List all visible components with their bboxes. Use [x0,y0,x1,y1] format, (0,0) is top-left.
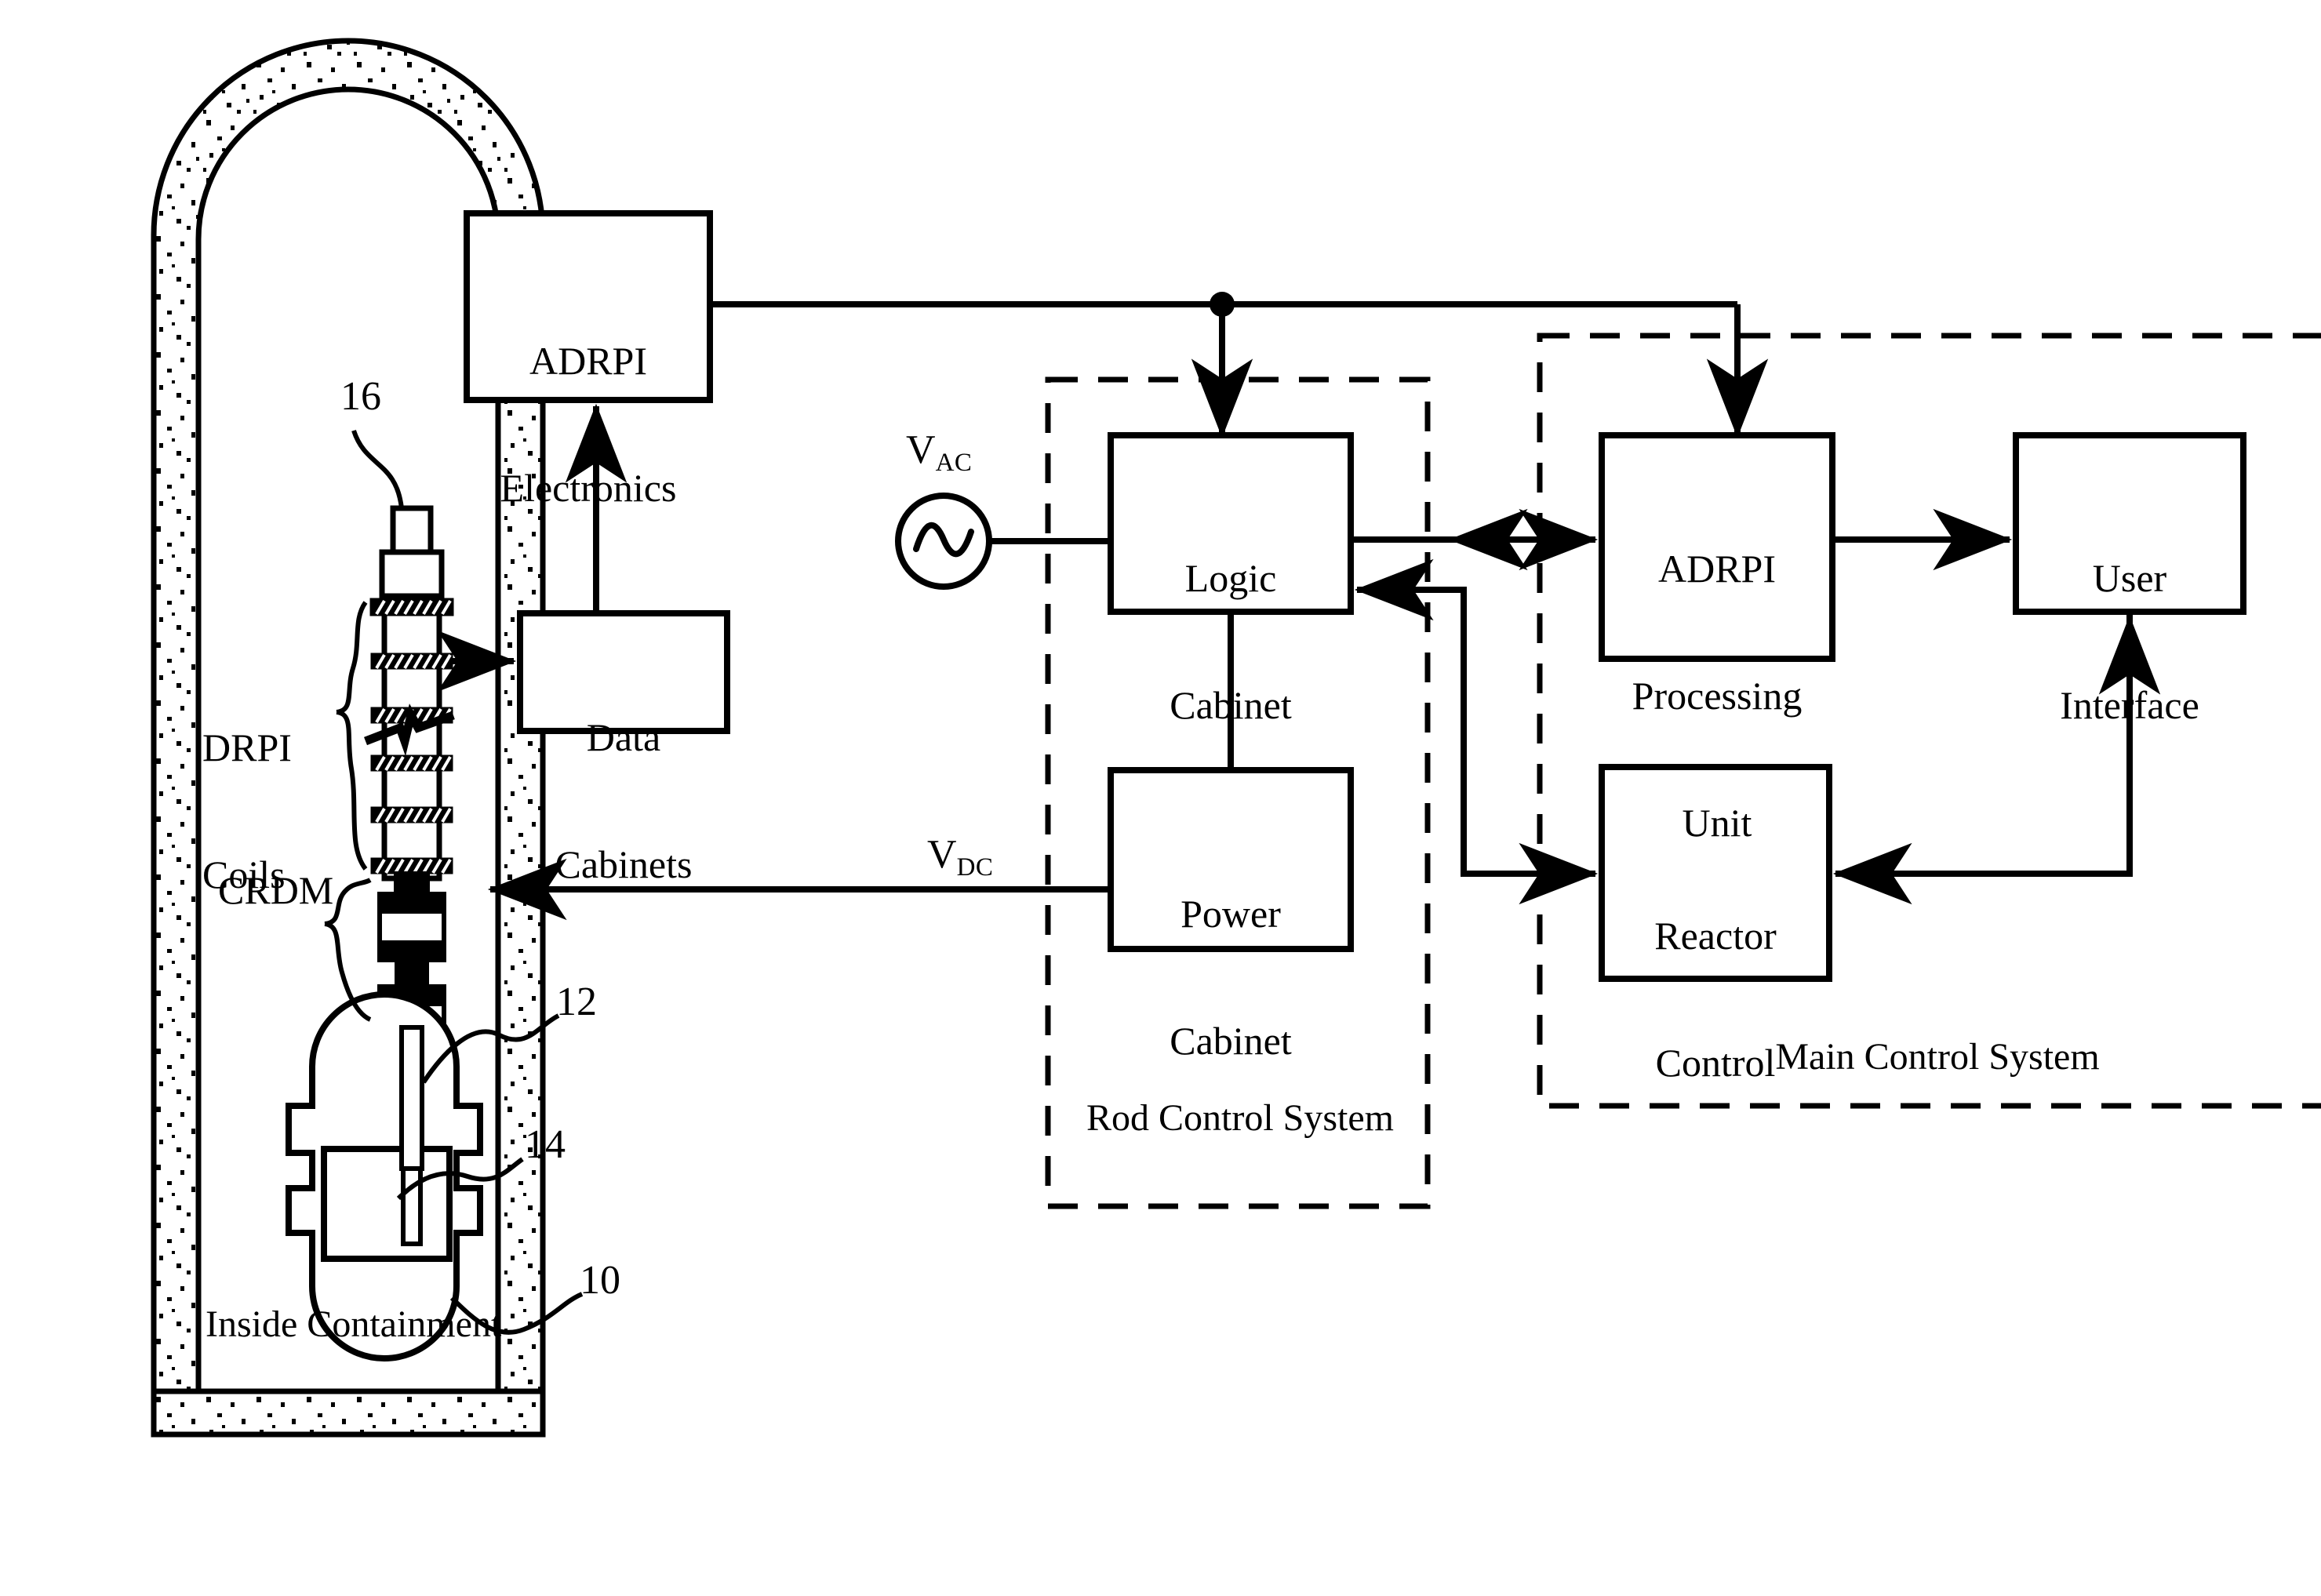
drpi-coil-band [370,806,453,823]
control-rod-drive-shaft [399,1025,424,1246]
diagram-canvas: ADRPI Electronics Data Cabinets Logic Ca… [0,0,2321,1596]
power-cabinet-box[interactable] [1108,767,1354,952]
block-diagram-svg [151,38,2321,1438]
drpi-coil-band [370,653,453,670]
bus-junction-dot [1210,292,1235,317]
adrpi-electronics-output-bus [710,292,1769,438]
adrpi-electronics-box[interactable] [464,210,713,403]
user-interface-to-reactor-control-line [1832,612,2133,905]
adrpi-processing-unit-box[interactable] [1599,432,1835,662]
user-interface-box[interactable] [2013,432,2246,615]
drpi-coil-band [369,598,454,616]
reactor-control-box[interactable] [1599,764,1832,982]
logic-cabinet-box[interactable] [1108,432,1354,615]
reactor-control-to-logic-cabinet-line [1354,558,1595,877]
ac-source-icon [895,493,992,590]
data-cabinets-box[interactable] [517,610,730,734]
drpi-coil-band [370,754,453,772]
reactor-core [321,1146,453,1262]
